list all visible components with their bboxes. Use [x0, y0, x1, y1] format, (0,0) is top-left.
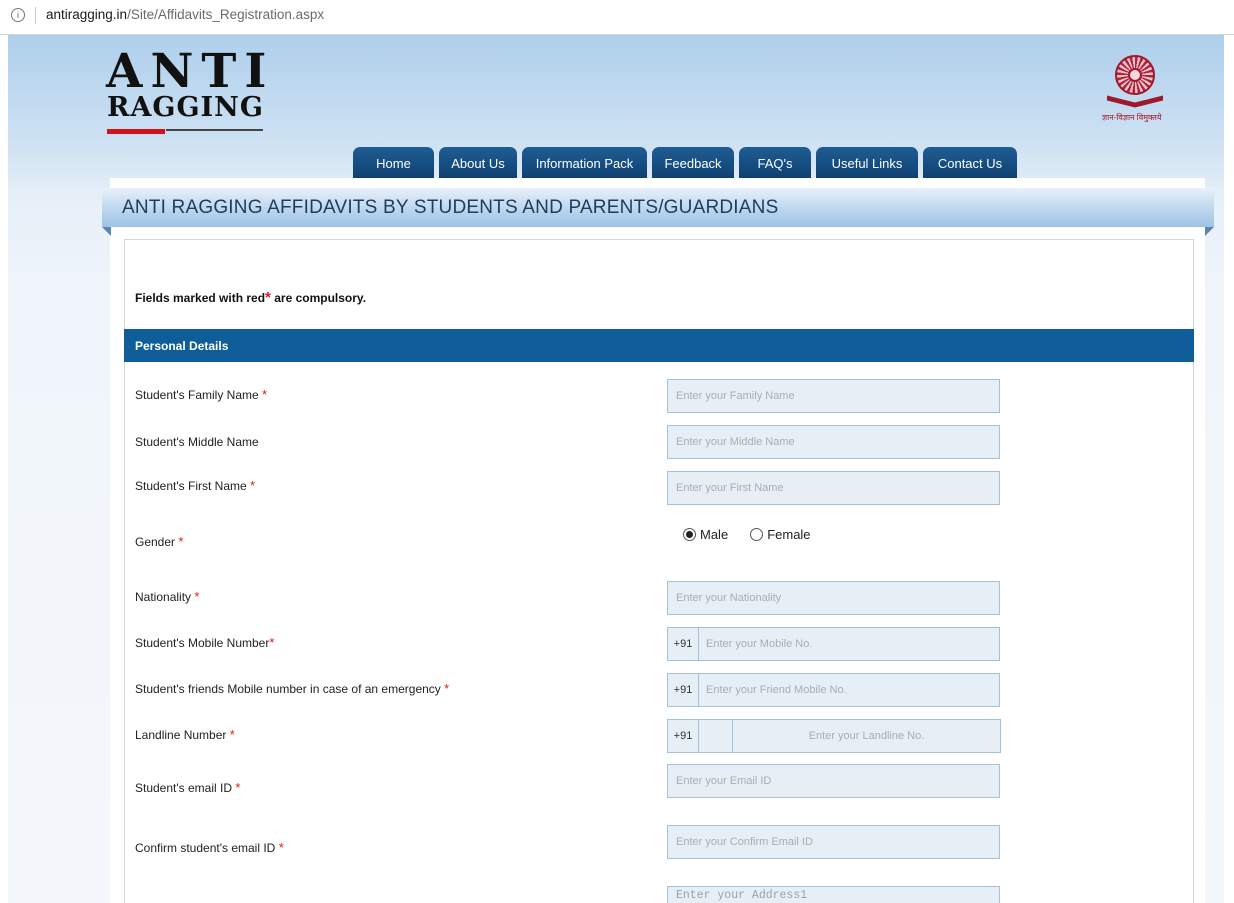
nationality-label-text: Nationality [135, 590, 192, 604]
logo-underline-red [107, 129, 165, 134]
friend-mobile-country-code: +91 [667, 673, 699, 707]
required-marker: * [269, 635, 275, 650]
required-marker: * [278, 840, 284, 855]
ugc-emblem: ज्ञान-विज्ञान विमुक्तये [1102, 55, 1192, 145]
required-marker: * [235, 780, 241, 795]
confirm-email-label-text: Confirm student's email ID [135, 841, 276, 855]
nav-tab-feedback[interactable]: Feedback [652, 147, 734, 180]
radio-selected-dot [686, 531, 693, 538]
required-marker: * [262, 387, 268, 402]
required-marker: * [444, 681, 450, 696]
nationality-label: Nationality * [135, 589, 199, 604]
gender-label-text: Gender [135, 535, 176, 549]
friend-mobile-input-group: +91 [667, 673, 1000, 707]
nav-tab-information-pack[interactable]: Information Pack [522, 147, 647, 180]
first-name-label: Student's First Name * [135, 478, 255, 493]
page-title: ANTI RAGGING AFFIDAVITS BY STUDENTS AND … [102, 188, 1214, 227]
required-marker: * [250, 478, 256, 493]
landline-label-text: Landline Number [135, 728, 227, 742]
email-label: Student's email ID * [135, 780, 240, 795]
middle-name-label: Student's Middle Name [135, 435, 259, 449]
note-prefix: Fields marked with red [135, 291, 266, 305]
url-domain: antiragging.in [46, 7, 128, 22]
nav-tab-contact-us[interactable]: Contact Us [923, 147, 1017, 180]
section-header-personal-details: Personal Details [124, 329, 1194, 362]
required-marker: * [229, 727, 235, 742]
emblem-caption: ज्ञान-विज्ञान विमुक्तये [1102, 113, 1162, 122]
landline-input[interactable] [733, 719, 1001, 753]
required-marker: * [194, 589, 200, 604]
middle-name-input[interactable] [667, 425, 1000, 459]
confirm-email-input[interactable] [667, 825, 1000, 859]
family-name-label-text: Student's Family Name [135, 388, 259, 402]
address-separator [35, 7, 36, 24]
email-input[interactable] [667, 764, 1000, 798]
url-text[interactable]: antiragging.in/Site/Affidavits_Registrat… [46, 7, 324, 22]
landline-label: Landline Number * [135, 727, 235, 742]
address1-input[interactable] [667, 886, 1000, 903]
email-label-text: Student's email ID [135, 781, 233, 795]
family-name-input[interactable] [667, 379, 1000, 413]
note-suffix: are compulsory. [270, 291, 367, 305]
url-path: /Site/Affidavits_Registration.aspx [127, 7, 325, 22]
mobile-input-group: +91 [667, 627, 1000, 661]
nav-tab-home[interactable]: Home [353, 147, 434, 180]
family-name-label: Student's Family Name * [135, 387, 267, 402]
gender-radio-group: Male Female [683, 527, 833, 542]
landline-country-code: +91 [667, 719, 699, 753]
landline-input-group: +91 [667, 719, 1001, 753]
confirm-email-label: Confirm student's email ID * [135, 840, 284, 855]
browser-address-bar: i antiragging.in/Site/Affidavits_Registr… [0, 0, 1234, 35]
emblem-book-right [1135, 95, 1163, 108]
nav-tab-useful-links[interactable]: Useful Links [816, 147, 918, 180]
first-name-input[interactable] [667, 471, 1000, 505]
friend-mobile-input[interactable] [699, 673, 1000, 707]
friend-mobile-label-text: Student's friends Mobile number in case … [135, 682, 441, 696]
gender-female-label[interactable]: Female [767, 527, 810, 542]
nav-tab-faqs[interactable]: FAQ's [739, 147, 811, 180]
mobile-country-code: +91 [667, 627, 699, 661]
anti-ragging-logo[interactable]: ANTI RAGGING [106, 48, 266, 142]
landline-std-code-input[interactable] [699, 719, 733, 753]
emblem-book-left [1107, 95, 1135, 108]
gender-male-radio[interactable] [683, 528, 696, 541]
mobile-label: Student's Mobile Number* [135, 635, 274, 650]
gender-female-radio[interactable] [750, 528, 764, 541]
first-name-label-text: Student's First Name [135, 479, 247, 493]
friend-mobile-label: Student's friends Mobile number in case … [135, 681, 449, 696]
mobile-input[interactable] [699, 627, 1000, 661]
required-marker: * [178, 534, 184, 549]
logo-line2: RAGGING [107, 92, 264, 123]
gender-label: Gender * [135, 534, 183, 549]
ribbon-fold-left [102, 227, 111, 236]
nav-tab-about-us[interactable]: About Us [439, 147, 517, 180]
mobile-label-text: Student's Mobile Number [135, 636, 270, 650]
site-info-icon[interactable]: i [11, 8, 25, 22]
emblem-hub [1128, 68, 1142, 82]
logo-line1: ANTI [106, 44, 275, 99]
compulsory-note: Fields marked with red* are compulsory. [135, 289, 366, 306]
main-nav: Home About Us Information Pack Feedback … [353, 147, 1017, 180]
nationality-input[interactable] [667, 581, 1000, 615]
gender-male-label[interactable]: Male [700, 527, 728, 542]
logo-underline-dark [166, 129, 263, 131]
ribbon-fold-right [1205, 227, 1214, 236]
